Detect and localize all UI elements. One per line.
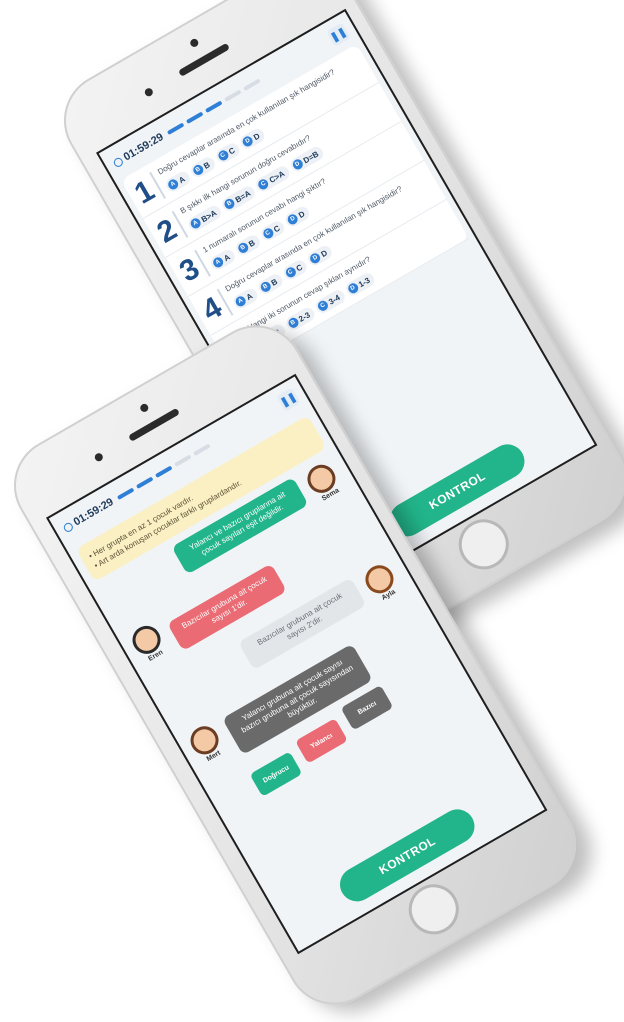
clock-icon bbox=[111, 155, 125, 169]
answer-yalanci-button[interactable]: Yalancı bbox=[295, 718, 348, 764]
character-mert: Mert bbox=[185, 721, 227, 766]
earpiece-speaker bbox=[178, 42, 231, 77]
character-ayla: Ayla bbox=[360, 560, 402, 605]
character-sema: Sema bbox=[302, 459, 344, 505]
timer-text: 01:59:29 bbox=[71, 495, 116, 529]
front-camera bbox=[188, 37, 200, 49]
question-list: 1 Doğru cevaplar arasında en çok kullanı… bbox=[120, 43, 470, 375]
proximity-sensor bbox=[143, 86, 155, 98]
pause-button[interactable]: ❚❚ bbox=[276, 387, 301, 413]
front-camera bbox=[138, 402, 150, 414]
character-eren: Eren bbox=[127, 620, 169, 666]
pause-button[interactable]: ❚❚ bbox=[326, 22, 351, 48]
pause-icon: ❚❚ bbox=[328, 25, 349, 44]
earpiece-speaker bbox=[128, 407, 181, 442]
pause-icon: ❚❚ bbox=[278, 390, 299, 409]
clock-icon bbox=[61, 520, 75, 534]
kontrol-button[interactable]: KONTROL bbox=[383, 438, 531, 543]
proximity-sensor bbox=[93, 451, 105, 463]
answer-dogrucu-button[interactable]: Doğrucu bbox=[249, 751, 303, 797]
kontrol-button[interactable]: KONTROL bbox=[333, 803, 481, 908]
